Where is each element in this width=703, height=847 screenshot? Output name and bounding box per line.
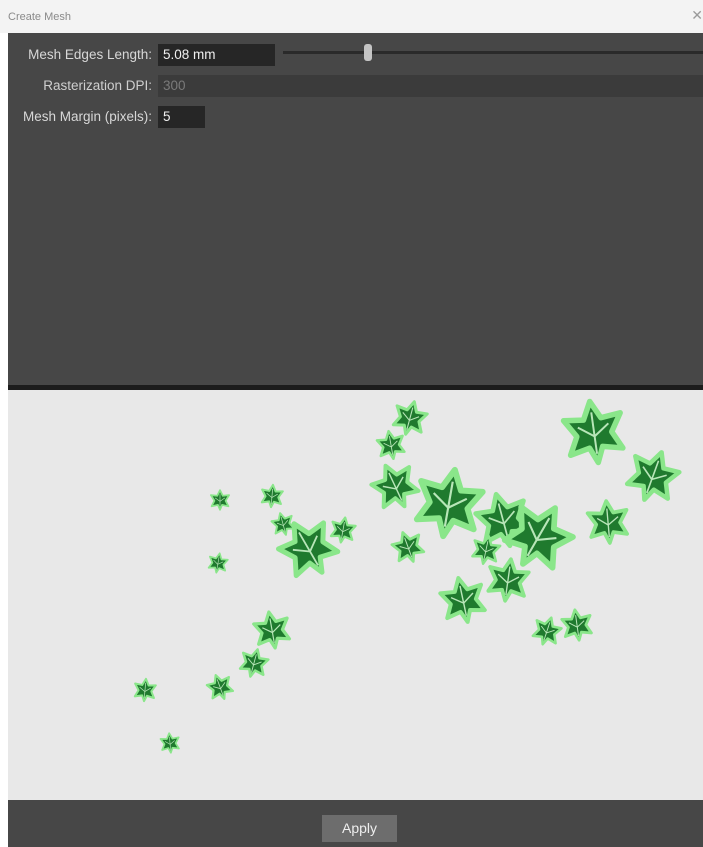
mesh-preview-canvas [132,390,703,755]
edge-length-label: Mesh Edges Length: [28,47,152,62]
ivy-leaf [584,497,632,547]
ivy-leaf [328,514,358,546]
mesh-preview [8,390,703,800]
ivy-leaf [210,489,230,511]
ivy-leaf [203,670,237,704]
margin-row: Mesh Margin (pixels): [8,105,152,129]
ivy-leaf [250,607,294,653]
title-bar: Create Mesh ✕ [0,0,703,33]
ivy-leaf [259,482,285,510]
ivy-leaf [367,457,424,515]
edge-length-row: Mesh Edges Length: [8,43,152,67]
ivy-leaf [374,427,408,463]
dpi-row: Rasterization DPI: [8,74,152,98]
ivy-leaf [206,550,230,576]
edge-length-slider-track[interactable] [283,51,703,54]
margin-field[interactable]: 5 [158,106,205,128]
ivy-leaf [132,676,158,704]
ivy-leaf [387,526,429,568]
ivy-leaf [159,731,181,755]
ivy-leaf [559,606,595,644]
edge-length-field[interactable]: 5.08 mm [158,44,275,66]
apply-button[interactable]: Apply [322,815,397,842]
ivy-leaf [561,398,626,467]
footer-bar: Apply [8,800,703,847]
ivy-leaf [389,396,431,440]
ivy-leaf [412,464,485,541]
ivy-leaf [236,644,272,682]
settings-panel: Mesh Edges Length: 5.08 mm Rasterization… [8,33,703,385]
dpi-field: 300 [158,75,703,97]
close-icon[interactable]: ✕ [691,8,703,22]
edge-length-slider-thumb[interactable] [364,44,372,61]
ivy-leaf [438,574,488,626]
window-title: Create Mesh [8,11,71,23]
dpi-label: Rasterization DPI: [43,78,152,93]
ivy-leaf [622,444,683,507]
margin-label: Mesh Margin (pixels): [22,109,152,124]
ivy-leaf [529,612,565,650]
